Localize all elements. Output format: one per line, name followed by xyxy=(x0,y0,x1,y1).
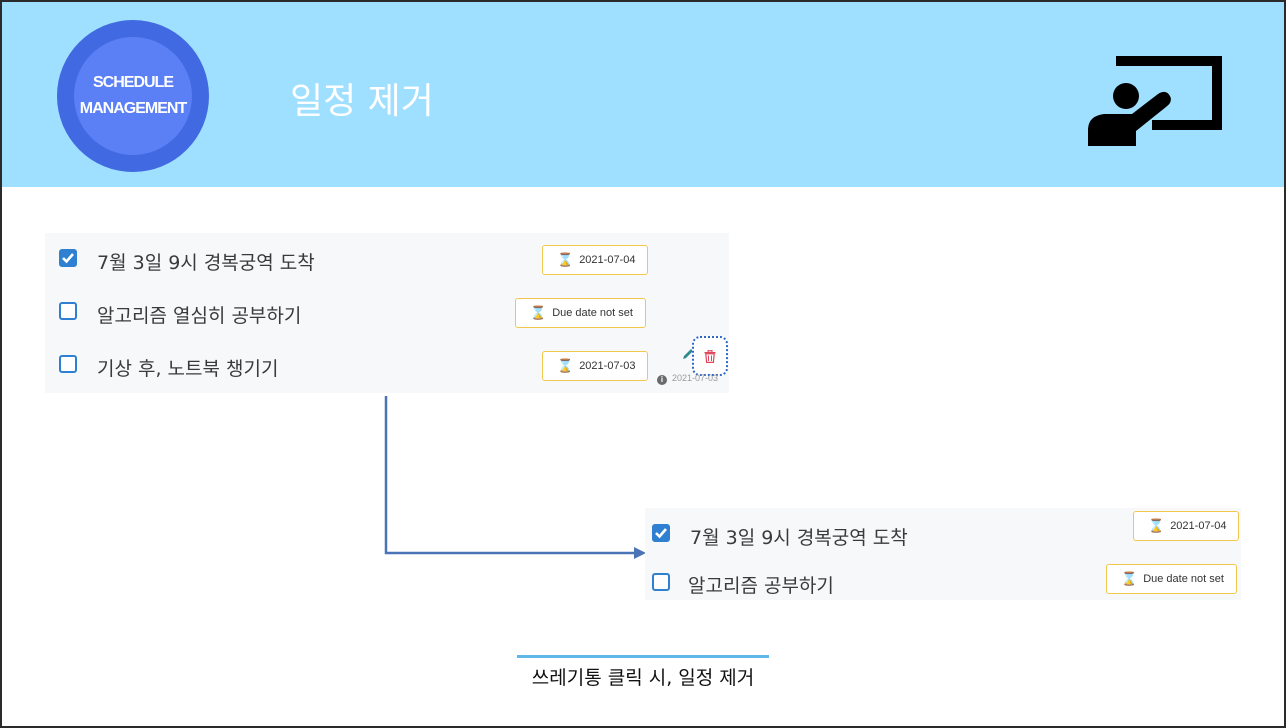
todo-label: 7월 3일 9시 경복궁역 도착 xyxy=(690,527,908,549)
due-date-text: 2021-07-04 xyxy=(579,254,636,266)
checkbox-checked[interactable] xyxy=(652,524,670,542)
hourglass-icon: ⌛ xyxy=(557,358,574,373)
hourglass-icon: ⌛ xyxy=(1148,518,1165,533)
created-date: i 2021-07-03 xyxy=(657,373,718,385)
hourglass-icon: ⌛ xyxy=(557,252,574,267)
todo-list-before: 7월 3일 9시 경복궁역 도착 ⌛ 2021-07-04 알고리즘 열심히 공… xyxy=(45,233,729,393)
todo-label: 알고리즘 열심히 공부하기 xyxy=(97,305,302,327)
header-bar: SCHEDULE MANAGEMENT 일정 제거 xyxy=(2,2,1284,187)
logo: SCHEDULE MANAGEMENT xyxy=(57,20,209,172)
list-item: 알고리즘 열심히 공부하기 ⌛ Due date not set xyxy=(45,286,729,339)
presenter-board-icon xyxy=(1088,56,1222,146)
due-date-badge: ⌛ Due date not set xyxy=(1106,564,1237,594)
hourglass-icon: ⌛ xyxy=(530,305,547,320)
slide: SCHEDULE MANAGEMENT 일정 제거 7월 3일 9시 경복궁역 … xyxy=(0,0,1286,728)
due-date-badge: ⌛ 2021-07-04 xyxy=(542,245,649,275)
due-date-badge: ⌛ 2021-07-04 xyxy=(1133,511,1240,541)
checkbox[interactable] xyxy=(59,355,77,373)
logo-text-line1: SCHEDULE xyxy=(92,74,174,91)
due-date-badge: ⌛ Due date not set xyxy=(515,298,646,328)
logo-text-line2: MANAGEMENT xyxy=(79,100,187,117)
due-date-text: Due date not set xyxy=(552,307,633,319)
list-item: 7월 3일 9시 경복궁역 도착 ⌛ 2021-07-04 xyxy=(645,508,1241,561)
todo-label: 알고리즘 공부하기 xyxy=(688,575,834,597)
created-date-text: 2021-07-03 xyxy=(672,373,719,383)
list-item: 7월 3일 9시 경복궁역 도착 ⌛ 2021-07-04 xyxy=(45,233,729,286)
todo-label: 기상 후, 노트북 챙기기 xyxy=(97,358,279,380)
list-item: 기상 후, 노트북 챙기기 ⌛ 2021-07-03 xyxy=(45,339,729,392)
todo-list-after: 7월 3일 9시 경복궁역 도착 ⌛ 2021-07-04 알고리즘 공부하기 … xyxy=(645,508,1241,600)
delete-button[interactable] xyxy=(692,336,728,376)
todo-label: 7월 3일 9시 경복궁역 도착 xyxy=(97,252,315,274)
checkbox[interactable] xyxy=(59,302,77,320)
info-icon: i xyxy=(657,375,667,385)
caption-box: 쓰레기통 클릭 시, 일정 제거 xyxy=(517,655,769,695)
list-item: 알고리즘 공부하기 ⌛ Due date not set xyxy=(645,561,1241,614)
due-date-badge: ⌛ 2021-07-03 xyxy=(542,351,649,381)
page-title: 일정 제거 xyxy=(290,81,434,122)
due-date-text: 2021-07-03 xyxy=(579,360,636,372)
checkbox[interactable] xyxy=(652,573,670,591)
due-date-text: Due date not set xyxy=(1143,573,1224,585)
logo-inner: SCHEDULE MANAGEMENT xyxy=(74,37,192,155)
trash-icon xyxy=(704,350,716,363)
checkbox-checked[interactable] xyxy=(59,249,77,267)
hourglass-icon: ⌛ xyxy=(1121,571,1138,586)
due-date-text: 2021-07-04 xyxy=(1170,520,1227,532)
